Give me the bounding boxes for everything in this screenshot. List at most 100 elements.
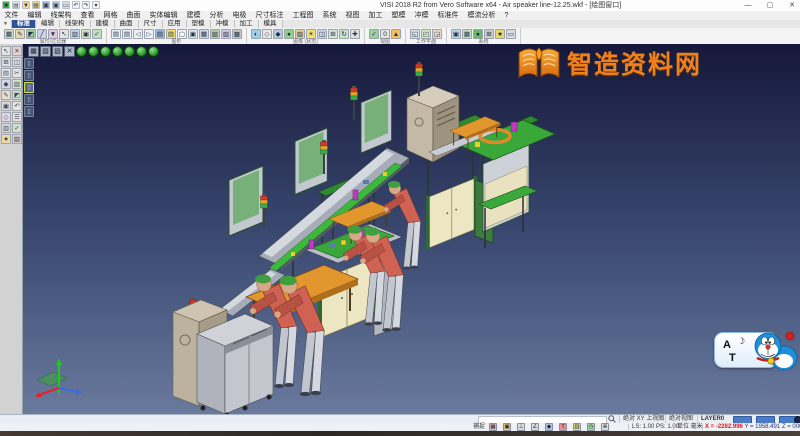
menu-item[interactable]: 冲模 [410,11,433,20]
close-button[interactable]: ✕ [786,0,798,11]
ribbon-tab[interactable]: 塑模 [187,20,211,28]
scale-indicator[interactable]: LS: 1.00 PS: 1.00 [632,423,679,431]
texture-icon[interactable]: ▨ [295,29,305,39]
grid-settings-icon[interactable]: ⊞ [484,29,494,39]
light-icon[interactable]: ☀ [306,29,316,39]
view-iso-icon[interactable] [76,46,87,57]
menu-item[interactable]: 模流分析 [463,11,500,20]
view-reference-indicator[interactable]: 绝对视图 [665,415,693,423]
ribbon-tab[interactable]: 线架构 [60,20,91,28]
ribbon-tab[interactable]: 加工 [235,20,259,28]
view-zero-icon[interactable]: 0 [380,29,390,39]
menu-item[interactable]: 实体编辑 [145,11,182,20]
empty-doc-icon[interactable]: ▢ [177,29,187,39]
layer-filter-icon[interactable]: ▦ [4,29,14,39]
search-icon[interactable] [608,415,616,423]
shaded-mode-icon[interactable]: ▧ [40,46,51,57]
point-tool-icon[interactable]: ◆ [1,79,11,89]
favorite-tool-icon[interactable]: ★ [1,134,11,144]
stored-view-1-icon[interactable]: ▯ [24,58,34,69]
wireframe-icon[interactable]: ◇ [262,29,272,39]
maximize-button[interactable]: ▢ [764,0,776,11]
view-front-icon[interactable] [112,46,123,57]
selection-icon[interactable]: ↖ [59,29,69,39]
qa-dropdown-icon[interactable]: ▾ [92,1,100,9]
menu-item[interactable]: 视图 [341,11,364,20]
stored-view-2-icon[interactable]: ▯ [24,70,34,81]
shaded-icon[interactable]: ◐ [251,29,261,39]
apply-attributes-icon[interactable]: ✓ [92,29,102,39]
snap-quadrant-icon[interactable]: ▥ [573,423,581,431]
panel-tool-icon[interactable]: ▣ [1,101,11,111]
stored-view-5-icon[interactable]: ▯ [24,106,34,117]
menu-item[interactable]: 线架构 [46,11,76,20]
workplane-new-icon[interactable]: ◰ [421,29,431,39]
line-style-icon[interactable]: ╱ [37,29,47,39]
menu-item[interactable]: 曲面 [122,11,145,20]
workplane-align-icon[interactable]: ◲ [432,29,442,39]
previous-doc-icon[interactable]: ◁ [133,29,143,39]
ribbon-tab[interactable]: 曲面 [115,20,139,28]
tab-menu-toggle-icon[interactable]: ▼ [0,20,12,28]
view-bottom-icon[interactable] [100,46,111,57]
snap-perpendicular-icon[interactable]: ⊥ [517,423,525,431]
ribbon-tab[interactable]: 应用 [163,20,187,28]
erase-tool-icon[interactable]: ✕ [12,46,22,56]
group-icon[interactable]: ▣ [81,29,91,39]
redo-icon[interactable]: ↷ [82,1,90,9]
menu-item[interactable]: 分析 [205,11,228,20]
filter-icon[interactable]: ▼ [48,29,58,39]
active-doc-icon[interactable]: ▤ [166,29,176,39]
ime-status-widget[interactable]: A ☽ T [714,328,796,372]
snap-grid-icon[interactable]: ▦ [489,423,497,431]
units-indicator[interactable]: 单位 毫米 [677,423,703,431]
viewport-3d-scene[interactable] [23,44,800,414]
ribbon-tab[interactable]: 建模 [91,20,115,28]
menu-item[interactable]: 文件 [0,11,23,20]
open-drawing-icon[interactable]: ▤ [122,29,132,39]
sketch-tool-icon[interactable]: ✎ [1,90,11,100]
undo-icon[interactable]: ↶ [72,1,80,9]
menu-item[interactable]: 加工 [364,11,387,20]
menu-item[interactable]: 系统 [318,11,341,20]
stored-view-3-icon[interactable]: ▯ [24,82,34,93]
doc-blue-icon[interactable]: ▤ [155,29,165,39]
snap-text-icon[interactable]: T [559,423,567,431]
snap-angle-icon[interactable]: ∠ [531,423,539,431]
ribbon-tab[interactable]: 冲模 [211,20,235,28]
attribute-color-icon[interactable]: ◩ [26,29,36,39]
view-flag-icon[interactable]: ▲ [391,29,401,39]
list-tool-icon[interactable]: ☰ [12,112,22,122]
settings-icon[interactable]: ▣ [451,29,461,39]
mask-tool-icon[interactable]: ▥ [1,123,11,133]
printer-icon[interactable]: ▭ [506,29,516,39]
ribbon-tab[interactable]: 编辑 [36,20,60,28]
section-tool-icon[interactable]: ▨ [12,134,22,144]
diamond-tool-icon[interactable]: ◇ [1,112,11,122]
next-doc-icon[interactable]: ▷ [144,29,154,39]
snap-timer-icon[interactable]: ◷ [587,423,595,431]
print-icon[interactable]: ▭ [62,1,70,9]
graphics-viewport[interactable]: ▦▧▨✕ ▯▯▯▯▯ 智造资料网 A ☽ T [23,44,800,414]
menu-item[interactable]: 电极 [228,11,251,20]
hatch-tool-icon[interactable]: ▧ [12,79,22,89]
save-icon[interactable]: ▣ [42,1,50,9]
doc-tool-icon[interactable]: ▤ [1,68,11,78]
rotate-view-icon[interactable]: ↻ [339,29,349,39]
open-file-icon[interactable]: ▼ [22,1,30,9]
open-recent-icon[interactable]: ▤ [32,1,40,9]
doc-lock-icon[interactable]: ▨ [221,29,231,39]
doc-info-icon[interactable]: ▩ [232,29,242,39]
ribbon-tab[interactable]: 尺寸 [139,20,163,28]
select-tool-icon[interactable]: ↖ [1,46,11,56]
doc-grid-icon[interactable]: ▦ [199,29,209,39]
workplane-indicator[interactable]: 绝对 XY 上视图 [619,415,664,423]
menu-item[interactable]: 建模 [182,11,205,20]
undo-tool-icon[interactable]: ↶ [12,101,22,111]
globe-icon[interactable]: ● [473,29,483,39]
favorites-icon[interactable]: ★ [495,29,505,39]
view-confirm-icon[interactable]: ✓ [369,29,379,39]
close-view-strip-icon[interactable]: ✕ [64,46,75,57]
active-layer-indicator[interactable]: LAYER0 [697,415,724,423]
menu-item[interactable]: 编辑 [23,11,46,20]
